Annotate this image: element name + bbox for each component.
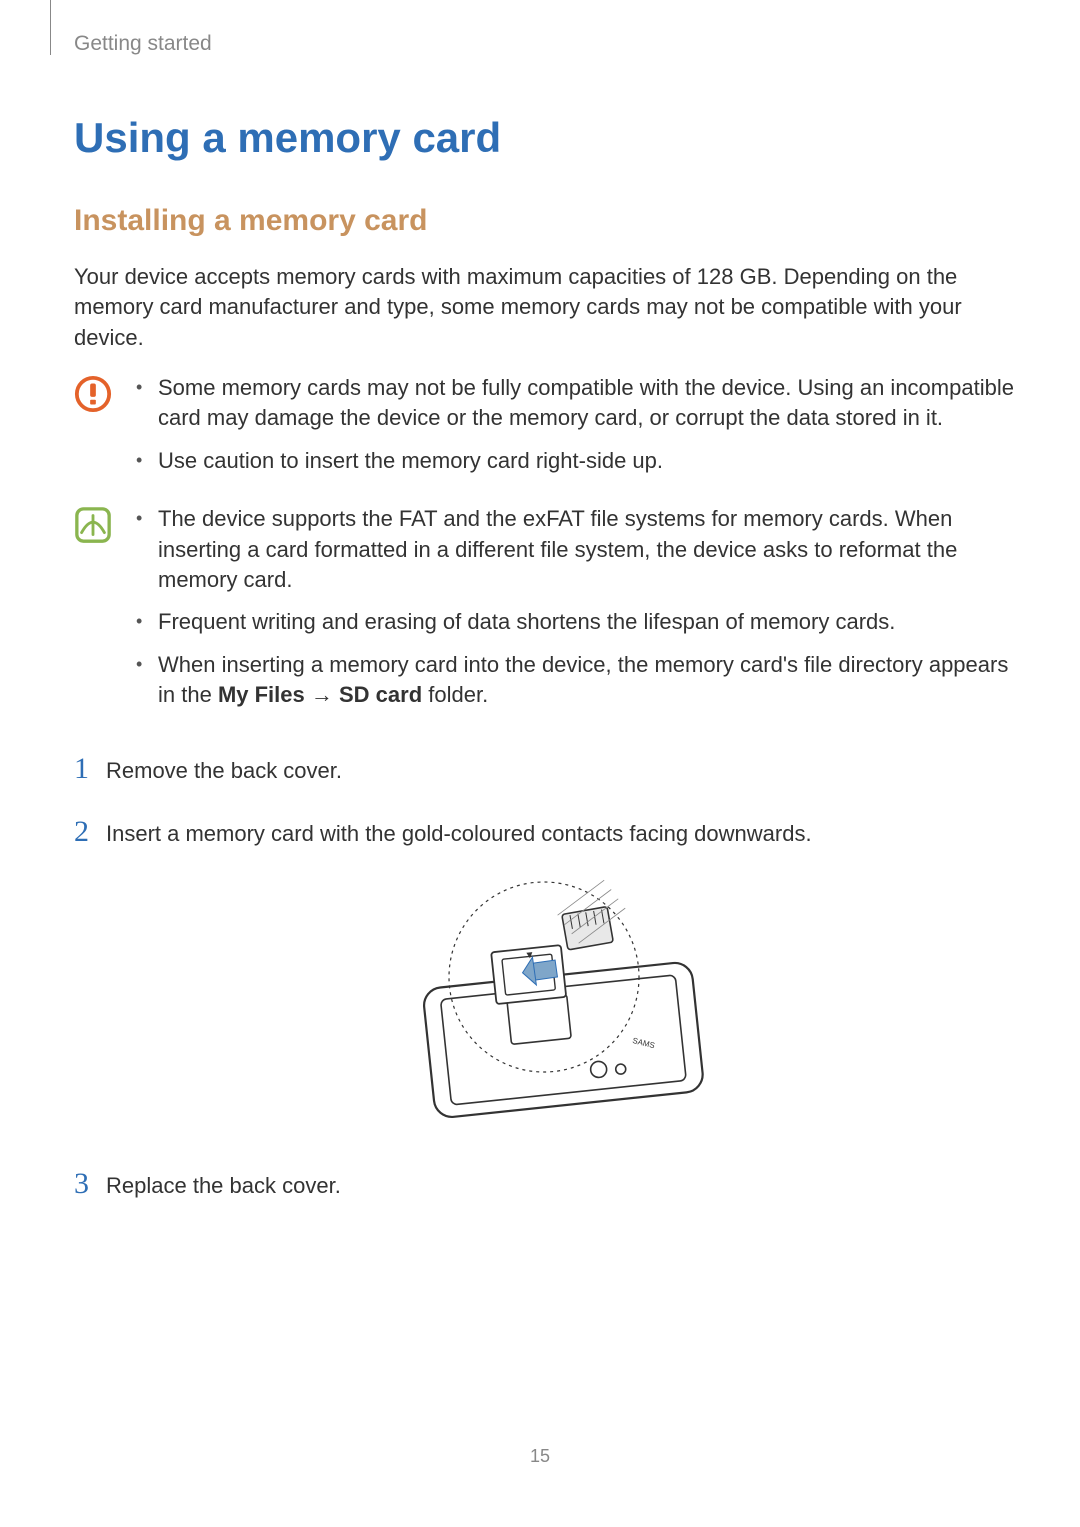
step-number: 1 bbox=[74, 752, 106, 786]
note-bullet-2: • Frequent writing and erasing of data s… bbox=[136, 607, 1014, 637]
step-3: 3 Replace the back cover. bbox=[74, 1167, 1014, 1201]
step-number: 3 bbox=[74, 1167, 106, 1201]
note-icon bbox=[74, 506, 112, 544]
caution-icon bbox=[74, 375, 112, 413]
section-heading: Installing a memory card bbox=[74, 204, 1014, 238]
step-text: Remove the back cover. bbox=[106, 756, 1014, 786]
caution-callout: • Some memory cards may not be fully com… bbox=[74, 373, 1014, 488]
step-2: 2 Insert a memory card with the gold-col… bbox=[74, 815, 1014, 849]
note-bullet-1: • The device supports the FAT and the ex… bbox=[136, 504, 1014, 595]
note-bullet-3: • When inserting a memory card into the … bbox=[136, 650, 1014, 711]
caution-bullet-1: • Some memory cards may not be fully com… bbox=[136, 373, 1014, 434]
page-content: Getting started Using a memory card Inst… bbox=[74, 32, 1014, 1229]
page-edge-marker bbox=[50, 0, 51, 55]
steps-list: 1 Remove the back cover. 2 Insert a memo… bbox=[74, 752, 1014, 1201]
page-title: Using a memory card bbox=[74, 114, 1014, 162]
intro-paragraph: Your device accepts memory cards with ma… bbox=[74, 262, 1014, 353]
step-number: 2 bbox=[74, 815, 106, 849]
step-1: 1 Remove the back cover. bbox=[74, 752, 1014, 786]
breadcrumb: Getting started bbox=[74, 32, 1014, 56]
memory-card-illustration: SAMS bbox=[74, 877, 1014, 1137]
step-text: Replace the back cover. bbox=[106, 1171, 1014, 1201]
page-number: 15 bbox=[0, 1446, 1080, 1467]
step-text: Insert a memory card with the gold-colou… bbox=[106, 819, 1014, 849]
note-callout: • The device supports the FAT and the ex… bbox=[74, 504, 1014, 722]
caution-bullet-2: • Use caution to insert the memory card … bbox=[136, 446, 1014, 476]
